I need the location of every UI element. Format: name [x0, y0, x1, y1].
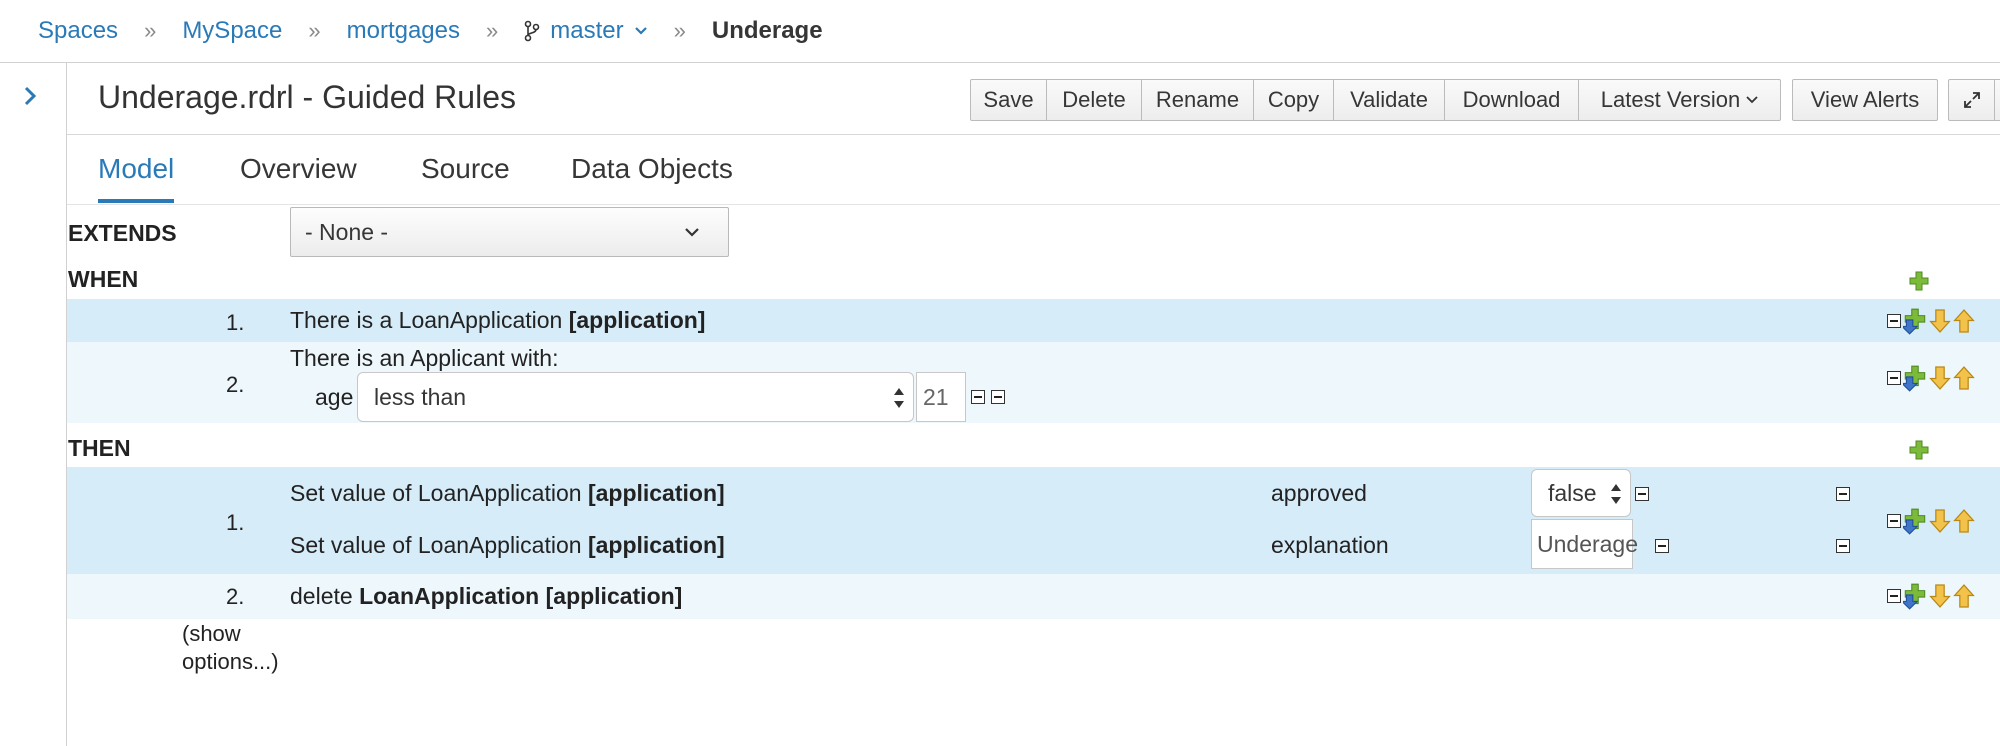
then-row-1: 1. Set value of LoanApplication [applica…	[67, 467, 2000, 574]
maximize-button[interactable]	[1948, 79, 1995, 121]
move-down-icon[interactable]	[1929, 366, 1951, 390]
breadcrumb-mortgages[interactable]: mortgages	[347, 17, 460, 45]
breadcrumb-separator: »	[673, 18, 686, 43]
field-actions	[971, 390, 1005, 404]
then-label: THEN	[68, 435, 131, 461]
operator-value: less than	[374, 383, 467, 410]
condition-text[interactable]: There is an Applicant with:	[290, 345, 558, 372]
chevron-down-icon	[634, 27, 647, 35]
then-row-2: 2. delete LoanApplication [application]	[67, 574, 2000, 619]
insert-below-icon[interactable]	[1903, 307, 1927, 335]
copy-button[interactable]: Copy	[1253, 79, 1334, 121]
tab-overview[interactable]: Overview	[240, 153, 357, 199]
extends-select[interactable]: - None -	[290, 207, 729, 257]
rename-button[interactable]: Rename	[1141, 79, 1254, 121]
field-name: approved	[1271, 480, 1367, 506]
approved-select[interactable]: false	[1531, 469, 1631, 517]
breadcrumb-spaces[interactable]: Spaces	[38, 17, 118, 45]
show-options-link[interactable]: (show options...)	[182, 620, 279, 676]
remove-icon[interactable]	[1635, 487, 1649, 501]
show-options-line1: (show	[182, 621, 241, 646]
insert-below-icon[interactable]	[1903, 582, 1927, 610]
move-down-icon[interactable]	[1929, 309, 1951, 333]
when-label: WHEN	[68, 266, 139, 292]
editor-header: Underage.rdrl - Guided Rules Save Delete…	[67, 63, 2000, 135]
condition-text[interactable]: There is a LoanApplication [application]	[290, 307, 705, 334]
view-alerts-button[interactable]: View Alerts	[1792, 79, 1938, 121]
breadcrumb-current: Underage	[711, 17, 823, 44]
explanation-input[interactable]: Underage	[1531, 519, 1638, 569]
remove-icon[interactable]	[1836, 487, 1850, 501]
field-name: age	[315, 384, 354, 410]
remove-icon[interactable]	[1887, 371, 1901, 385]
when-row-2: 2. There is an Applicant with: age less …	[67, 342, 2000, 423]
move-up-icon[interactable]	[1953, 309, 1975, 333]
remove-icon[interactable]	[971, 390, 985, 404]
chevron-down-icon	[1746, 96, 1758, 104]
left-rail	[0, 63, 67, 746]
editor-tabs: Model Overview Source Data Objects	[67, 135, 2000, 205]
breadcrumb: Spaces » MySpace » mortgages » master » …	[0, 0, 2000, 63]
remove-icon[interactable]	[1887, 514, 1901, 528]
breadcrumb-separator: »	[144, 18, 157, 43]
git-branch-icon	[524, 20, 540, 42]
remove-icon[interactable]	[1887, 314, 1901, 328]
row-actions	[1887, 364, 1975, 392]
branch-selector[interactable]: master	[524, 17, 647, 45]
select-arrows-icon	[894, 388, 904, 408]
branch-label: master	[550, 17, 624, 44]
editor-title: Underage.rdrl - Guided Rules	[98, 79, 516, 115]
chevron-down-icon	[685, 228, 699, 237]
select-arrows-icon	[1611, 484, 1621, 504]
approved-value: false	[1548, 479, 1597, 506]
editor-toolbar: Save Delete Rename Copy Validate Downloa…	[970, 79, 2000, 121]
row-actions	[1887, 307, 1975, 335]
breadcrumb-myspace[interactable]: MySpace	[182, 17, 282, 45]
row-number: 1.	[226, 510, 245, 535]
remove-icon[interactable]	[1887, 589, 1901, 603]
show-options-line2: options...)	[182, 649, 279, 674]
expand-panel-icon[interactable]	[22, 85, 38, 107]
operator-select[interactable]: less than	[357, 372, 914, 422]
breadcrumb-separator: »	[308, 18, 321, 43]
action-text[interactable]: Set value of LoanApplication [applicatio…	[290, 480, 725, 507]
row-number: 2.	[226, 584, 245, 609]
add-condition-icon[interactable]	[1909, 271, 1929, 291]
move-up-icon[interactable]	[1953, 509, 1975, 533]
add-action-icon[interactable]	[1909, 440, 1929, 460]
field-name: explanation	[1271, 532, 1389, 558]
download-button[interactable]: Download	[1444, 79, 1579, 121]
tab-source[interactable]: Source	[421, 153, 510, 199]
action-text[interactable]: Set value of LoanApplication [applicatio…	[290, 532, 725, 559]
tab-model[interactable]: Model	[98, 153, 175, 203]
row-actions	[1887, 582, 1975, 610]
remove-icon[interactable]	[991, 390, 1005, 404]
row-number: 2.	[226, 372, 245, 397]
move-down-icon[interactable]	[1929, 509, 1951, 533]
insert-below-icon[interactable]	[1903, 507, 1927, 535]
close-button[interactable]	[1994, 79, 2000, 121]
expand-icon	[1963, 92, 1980, 108]
value-input[interactable]: 21	[916, 372, 966, 422]
extends-label: EXTENDS	[68, 220, 177, 246]
row-actions	[1887, 507, 1975, 535]
delete-button[interactable]: Delete	[1046, 79, 1142, 121]
move-up-icon[interactable]	[1953, 584, 1975, 608]
save-button[interactable]: Save	[970, 79, 1047, 121]
row-number: 1.	[226, 310, 245, 335]
breadcrumb-separator: »	[486, 18, 499, 43]
extends-value: - None -	[305, 218, 389, 245]
insert-below-icon[interactable]	[1903, 364, 1927, 392]
validate-button[interactable]: Validate	[1333, 79, 1445, 121]
move-down-icon[interactable]	[1929, 584, 1951, 608]
remove-icon[interactable]	[1836, 539, 1850, 553]
latest-version-label: Latest Version	[1600, 87, 1741, 112]
remove-icon[interactable]	[1655, 539, 1669, 553]
move-up-icon[interactable]	[1953, 366, 1975, 390]
action-text[interactable]: delete LoanApplication [application]	[290, 583, 682, 610]
tab-data-objects[interactable]: Data Objects	[571, 153, 733, 199]
when-row-1: 1. There is a LoanApplication [applicati…	[67, 299, 2000, 342]
latest-version-dropdown[interactable]: Latest Version	[1578, 79, 1781, 121]
